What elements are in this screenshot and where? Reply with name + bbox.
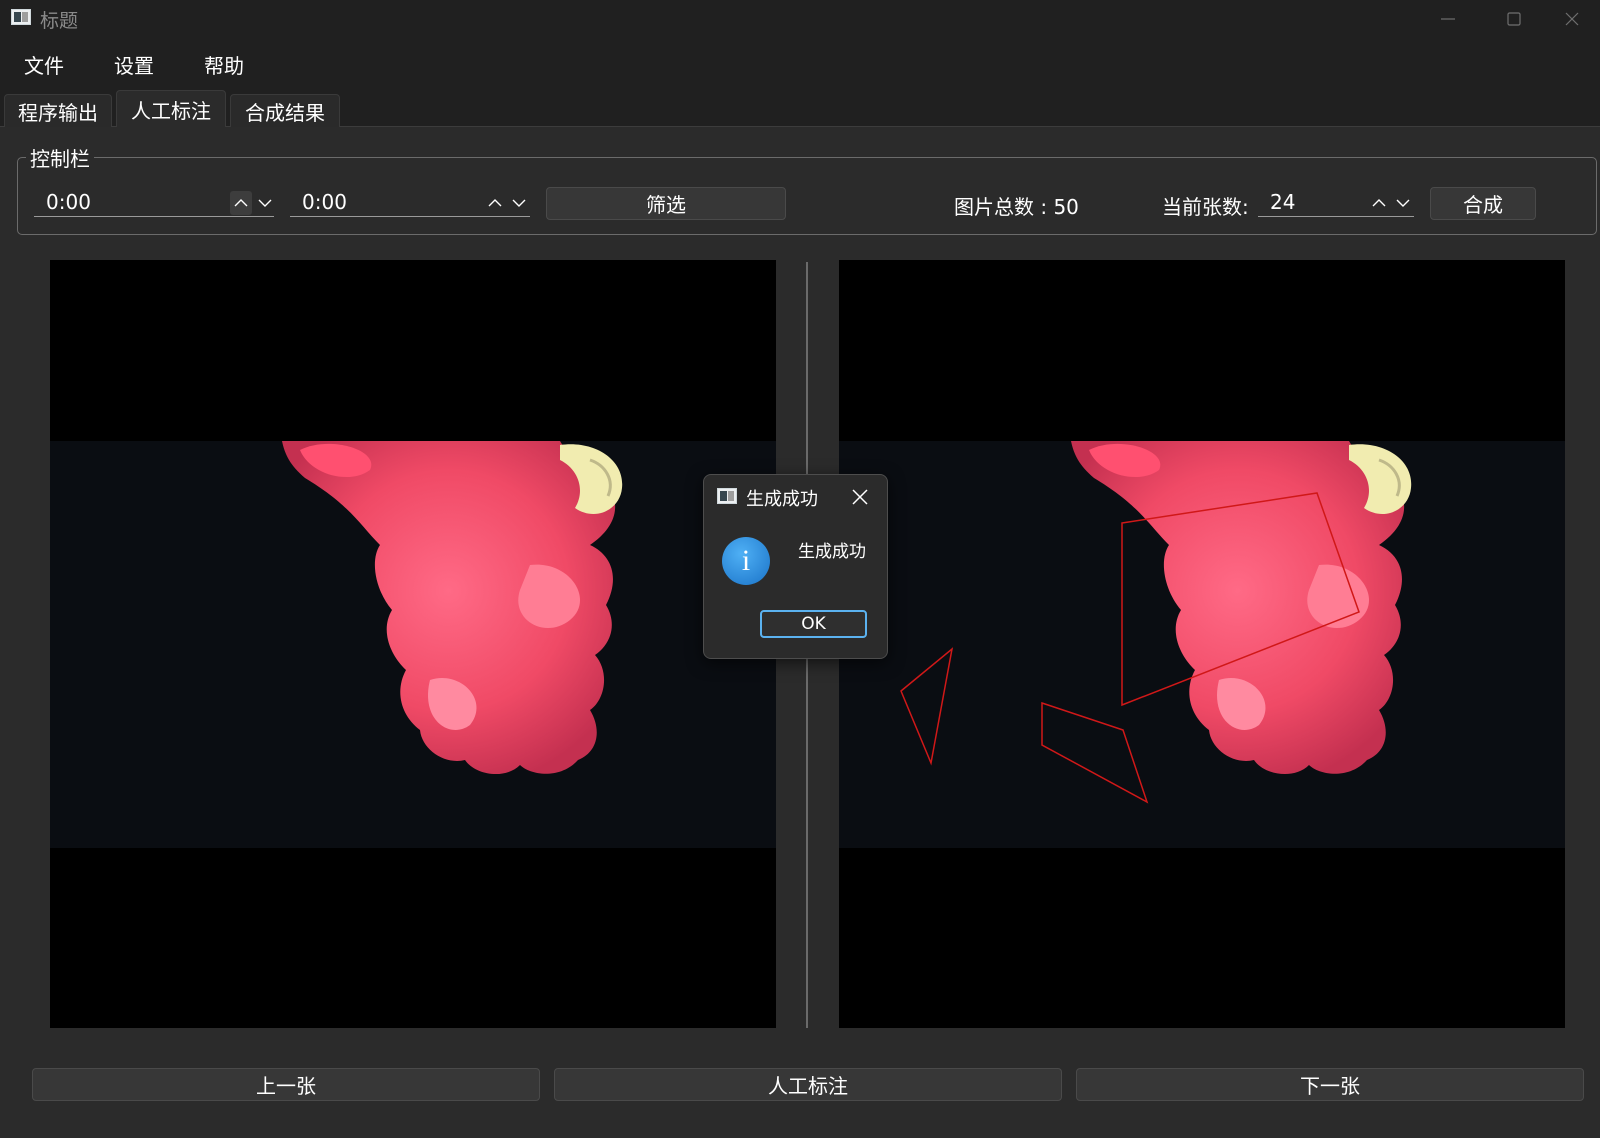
- chevron-up-icon[interactable]: [484, 191, 506, 215]
- tab-program-output[interactable]: 程序输出: [4, 94, 112, 127]
- menu-bar: 文件 设置 帮助: [0, 40, 1600, 84]
- next-button[interactable]: 下一张: [1076, 1068, 1584, 1101]
- annotated-frame: [839, 441, 1565, 848]
- menu-help[interactable]: 帮助: [204, 50, 244, 79]
- original-image-view[interactable]: [50, 260, 776, 1028]
- filter-button[interactable]: 筛选: [546, 187, 786, 220]
- chevron-down-icon[interactable]: [1392, 191, 1414, 215]
- chevron-up-icon[interactable]: [230, 191, 252, 215]
- window-title: 标题: [40, 10, 79, 32]
- menu-file[interactable]: 文件: [24, 50, 64, 79]
- end-time-value: 0:00: [302, 190, 347, 214]
- dialog-message: 生成成功: [798, 542, 866, 562]
- compose-button[interactable]: 合成: [1430, 187, 1536, 220]
- chevron-up-icon[interactable]: [1368, 191, 1390, 215]
- menu-settings[interactable]: 设置: [114, 50, 154, 79]
- app-icon: [11, 9, 31, 25]
- prev-button[interactable]: 上一张: [32, 1068, 540, 1101]
- control-group-title: 控制栏: [26, 143, 94, 172]
- current-index-label: 当前张数:: [1162, 195, 1249, 219]
- current-index-spinbox[interactable]: 24: [1258, 189, 1414, 217]
- chevron-down-icon[interactable]: [508, 191, 530, 215]
- minimize-icon[interactable]: [1420, 0, 1476, 38]
- start-time-spinbox[interactable]: 0:00: [34, 189, 274, 217]
- info-icon: i: [722, 537, 770, 585]
- app-icon: [717, 488, 737, 504]
- current-index-value: 24: [1270, 190, 1296, 214]
- close-icon[interactable]: [1544, 0, 1600, 38]
- original-frame: [50, 441, 776, 848]
- tab-manual-annotation[interactable]: 人工标注: [116, 90, 226, 127]
- maximize-icon[interactable]: [1486, 0, 1542, 38]
- close-icon[interactable]: [851, 488, 869, 510]
- dialog-title: 生成成功: [746, 489, 818, 510]
- ok-button[interactable]: OK: [760, 610, 867, 638]
- end-time-spinbox[interactable]: 0:00: [290, 189, 530, 217]
- tab-compose-result[interactable]: 合成结果: [230, 94, 340, 127]
- annotate-button[interactable]: 人工标注: [554, 1068, 1062, 1101]
- success-dialog: 生成成功 i 生成成功 OK: [703, 474, 888, 659]
- annotated-image-view[interactable]: [839, 260, 1565, 1028]
- total-count-label: 图片总数 : 50: [954, 195, 1079, 219]
- start-time-value: 0:00: [46, 190, 91, 214]
- tab-bar: 程序输出 人工标注 合成结果: [0, 90, 1600, 127]
- title-bar: 标题: [0, 0, 1600, 38]
- chevron-down-icon[interactable]: [254, 191, 276, 215]
